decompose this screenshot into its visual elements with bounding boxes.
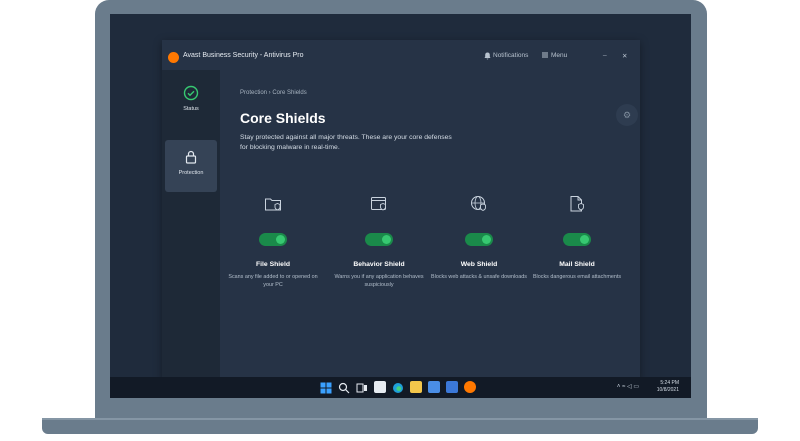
task-view-icon[interactable]: [356, 381, 368, 393]
web-shield-toggle[interactable]: [465, 233, 493, 246]
file-shield-toggle[interactable]: [259, 233, 287, 246]
avast-taskbar-icon[interactable]: [464, 381, 476, 393]
avast-window: Avast Business Security - Antivirus Pro …: [162, 40, 640, 380]
sidebar: Status Protection: [162, 70, 220, 380]
toggle-knob: [482, 235, 491, 244]
check-circle-icon: [183, 85, 199, 101]
shield-card-mail: Mail Shield Blocks dangerous email attac…: [527, 195, 627, 295]
menu-icon[interactable]: [542, 52, 548, 60]
toggle-knob: [382, 235, 391, 244]
document-shield-icon: [568, 195, 586, 213]
window-title: Avast Business Security - Antivirus Pro: [183, 52, 304, 59]
shield-title: Web Shield: [460, 261, 498, 268]
toggle-knob: [276, 235, 285, 244]
notifications-button[interactable]: Notifications: [493, 52, 528, 59]
sidebar-item-label: Protection: [178, 170, 204, 176]
laptop-base: [42, 420, 758, 434]
system-tray-icons[interactable]: ˄ ≈ ◁ ▭: [617, 383, 639, 390]
chevron-up-icon[interactable]: ˄: [617, 384, 621, 390]
shield-description: Warns you if any application behaves sus…: [334, 274, 424, 288]
clock-time: 5:24 PM: [660, 380, 679, 386]
globe-shield-icon: [470, 195, 488, 213]
page-title: Core Shields: [240, 110, 326, 126]
menu-button[interactable]: Menu: [551, 52, 567, 59]
sidebar-item-status[interactable]: Status: [165, 76, 217, 128]
title-bar: Avast Business Security - Antivirus Pro …: [162, 40, 640, 70]
taskbar: ˄ ≈ ◁ ▭ 5:24 PM 10/8/2021: [110, 377, 691, 398]
shield-title: Behavior Shield: [353, 261, 405, 268]
mail-app-icon[interactable]: [446, 381, 458, 393]
windows-start-icon[interactable]: [320, 381, 332, 394]
shield-card-web: Web Shield Blocks web attacks & unsafe d…: [429, 195, 529, 295]
breadcrumb[interactable]: Protection › Core Shields: [240, 90, 307, 96]
avast-logo-icon: [168, 52, 179, 63]
page-description: Stay protected against all major threats…: [240, 134, 452, 151]
shield-title: File Shield: [256, 261, 290, 268]
wifi-icon[interactable]: ≈: [622, 384, 625, 390]
folder-shield-icon: [264, 195, 282, 213]
close-button[interactable]: ✕: [622, 52, 627, 60]
file-explorer-icon[interactable]: [410, 381, 422, 393]
shield-card-file: File Shield Scans any file added to or o…: [223, 195, 323, 295]
shield-title: Mail Shield: [559, 261, 595, 268]
sidebar-item-protection[interactable]: Protection: [165, 140, 217, 192]
main-content: Protection › Core Shields Core Shields S…: [220, 70, 640, 380]
mail-shield-toggle[interactable]: [563, 233, 591, 246]
laptop-screen: Avast Business Security - Antivirus Pro …: [110, 14, 691, 398]
store-icon[interactable]: [428, 381, 440, 393]
window-shield-icon: [370, 195, 388, 213]
search-icon[interactable]: [338, 381, 350, 394]
lock-icon: [183, 149, 199, 165]
behavior-shield-toggle[interactable]: [365, 233, 393, 246]
speaker-icon[interactable]: ◁: [627, 384, 632, 390]
battery-icon[interactable]: ▭: [633, 384, 639, 390]
settings-gear-icon[interactable]: ⚙: [616, 104, 638, 126]
sidebar-item-label: Status: [183, 106, 199, 112]
shield-card-behavior: Behavior Shield Warns you if any applica…: [329, 195, 429, 295]
shield-description: Blocks web attacks & unsafe downloads: [431, 274, 527, 280]
clock[interactable]: 5:24 PM 10/8/2021: [657, 380, 679, 394]
minimize-button[interactable]: _: [603, 49, 607, 56]
widgets-icon[interactable]: [374, 381, 386, 393]
bell-icon[interactable]: [484, 52, 491, 62]
clock-date: 10/8/2021: [656, 387, 679, 393]
edge-browser-icon[interactable]: [392, 381, 404, 393]
shield-description: Blocks dangerous email attachments: [532, 274, 622, 280]
shield-description: Scans any file added to or opened on you…: [228, 274, 318, 288]
toggle-knob: [580, 235, 589, 244]
